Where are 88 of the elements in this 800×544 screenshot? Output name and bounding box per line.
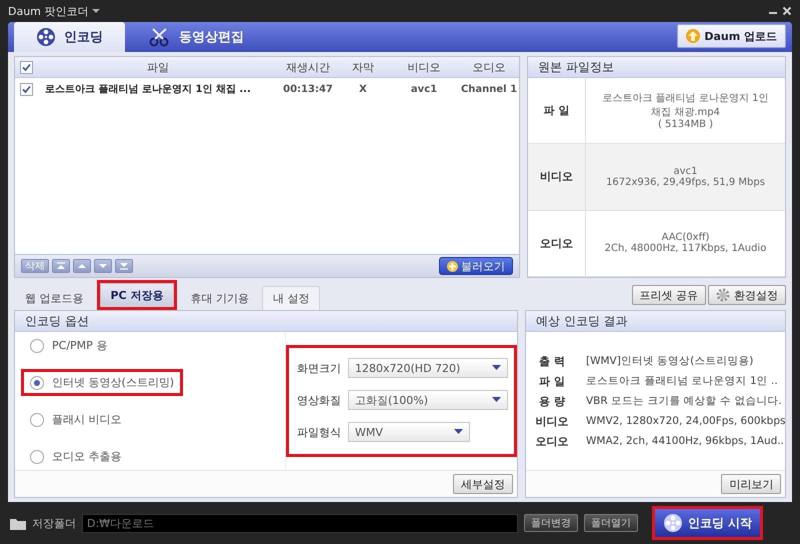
- radio-button[interactable]: [30, 376, 44, 390]
- start-encoding-button[interactable]: 인코딩 시작: [655, 509, 760, 537]
- check-icon: [22, 62, 30, 72]
- field-label: 파일형식: [297, 424, 341, 440]
- move-up-button[interactable]: [73, 259, 91, 273]
- folder-button[interactable]: 폴더변경: [524, 514, 578, 532]
- preset-tab[interactable]: PC 저장용: [100, 283, 174, 307]
- column-header: 재생시간: [286, 60, 330, 74]
- preset-tab[interactable]: 내 설정: [262, 286, 320, 310]
- field-label: 영상화질: [297, 392, 341, 408]
- preview-button[interactable]: 미리보기: [721, 474, 782, 494]
- field-label: 화면크기: [297, 360, 341, 376]
- preset-tab[interactable]: 웹 업로드용: [14, 286, 94, 310]
- up-arrow-icon: [686, 29, 700, 43]
- radio-button[interactable]: [30, 338, 44, 352]
- film-reel-icon: [663, 513, 683, 533]
- column-header: 비디오: [408, 60, 440, 74]
- up-triangle-icon: [77, 261, 87, 271]
- column-header: 자막: [352, 60, 374, 74]
- folder-label: 저장폴더: [32, 516, 76, 530]
- move-bottom-button[interactable]: [115, 259, 133, 273]
- down-triangle-icon: [119, 261, 129, 271]
- preset-share-button[interactable]: 프리셋 공유: [632, 285, 706, 305]
- panel-title: 예상 인코딩 결과: [526, 311, 786, 332]
- info-value: 2Ch, 48000Hz, 117Kbps, 1Audio: [604, 243, 766, 254]
- table-cell-text: 로스트아크 플래티넘 로나운영지 1인 채집 ...: [44, 83, 252, 96]
- info-value: 1672x936, 29,49fps, 51,9 Mbps: [606, 176, 765, 188]
- result-label: 비디오: [534, 414, 570, 428]
- info-value: ( 5134MB ): [658, 119, 714, 130]
- move-down-button[interactable]: [94, 259, 112, 273]
- info-value: AAC(0xff): [662, 232, 710, 244]
- panel-title: 인코딩 옵션: [15, 311, 517, 332]
- film-reel-icon: [36, 27, 56, 47]
- info-label: 오디오: [528, 210, 586, 276]
- dropdown[interactable]: WMV: [348, 422, 470, 442]
- table-cell-text: avc1: [410, 84, 438, 94]
- radio-label[interactable]: 오디오 추출용: [52, 449, 122, 464]
- folder-button[interactable]: 폴더열기: [584, 514, 638, 532]
- dropdown-arrow-icon: [454, 429, 463, 435]
- checkbox[interactable]: [20, 60, 32, 74]
- table-cell-text: 00:13:47: [282, 84, 334, 94]
- radio-button[interactable]: [30, 412, 44, 426]
- result-value: [WMV]인터넷 동영상(스트리밍용): [585, 354, 754, 368]
- folder-path-field[interactable]: D:₩다운로드: [82, 514, 518, 532]
- scissors-icon: [149, 27, 171, 47]
- checkbox[interactable]: [20, 82, 32, 96]
- result-label: 파 일: [538, 374, 566, 388]
- down-triangle-icon: [98, 261, 108, 271]
- preset-tab[interactable]: 휴대 기기용: [179, 286, 260, 310]
- result-value: 로스트아크 플래티넘 로나운영지 1인 ..: [585, 374, 779, 388]
- info-label: 파 일: [528, 78, 586, 144]
- dropdown-arrow-icon: [492, 397, 501, 403]
- result-label: 출 력: [538, 354, 566, 368]
- column-header: 오디오: [472, 60, 506, 74]
- info-label: 비디오: [528, 144, 586, 210]
- settings-button[interactable]: 환경설정: [708, 285, 786, 305]
- table-cell-text: Channel 1: [460, 84, 518, 94]
- folder-icon: [10, 516, 26, 530]
- close-icon[interactable]: [782, 6, 792, 16]
- settings-icon: [716, 288, 730, 302]
- radio-label[interactable]: 인터넷 동영상(스트리밍): [52, 375, 174, 390]
- result-value: WMA2, 2ch, 44100Hz, 96kbps, 1Aud..: [585, 435, 786, 447]
- load-button[interactable]: 불러오기: [439, 257, 513, 275]
- upload-button[interactable]: Daum 업로드: [677, 24, 786, 48]
- radio-label[interactable]: 플래시 비디오: [52, 412, 122, 427]
- result-value: VBR 모드는 크기를 예상할 수 없습니다.: [585, 394, 783, 408]
- dropdown[interactable]: 고화질(100%): [348, 390, 508, 410]
- window-title: Daum 팟인코더: [8, 4, 88, 18]
- radio-button[interactable]: [30, 450, 44, 464]
- plus-icon: [447, 260, 458, 272]
- check-icon: [22, 84, 30, 94]
- table-cell-text: X: [358, 84, 368, 94]
- dropdown-arrow-icon: [492, 365, 501, 371]
- main-tab[interactable]: 동영상편집: [127, 22, 266, 52]
- info-value: 로스트아크 플래티넘 로나운영지 1인 채집 채광.mp4: [602, 92, 770, 119]
- result-value: WMV2, 1280x720, 24,00Fps, 600kbps: [585, 415, 786, 427]
- result-label: 용 량: [538, 394, 566, 408]
- detail-settings-button[interactable]: 세부설정: [453, 474, 513, 494]
- up-triangle-icon: [56, 261, 66, 271]
- panel-title: 원본 파일정보: [528, 57, 785, 78]
- info-value: avc1: [674, 166, 698, 177]
- result-label: 오디오: [534, 434, 570, 448]
- main-tab[interactable]: 인코딩: [14, 22, 125, 52]
- column-header: 파일: [147, 60, 169, 74]
- dropdown[interactable]: 1280x720(HD 720): [348, 358, 508, 378]
- radio-label[interactable]: PC/PMP 용: [52, 338, 108, 353]
- caret-icon: [92, 8, 100, 14]
- move-top-button[interactable]: [52, 259, 70, 273]
